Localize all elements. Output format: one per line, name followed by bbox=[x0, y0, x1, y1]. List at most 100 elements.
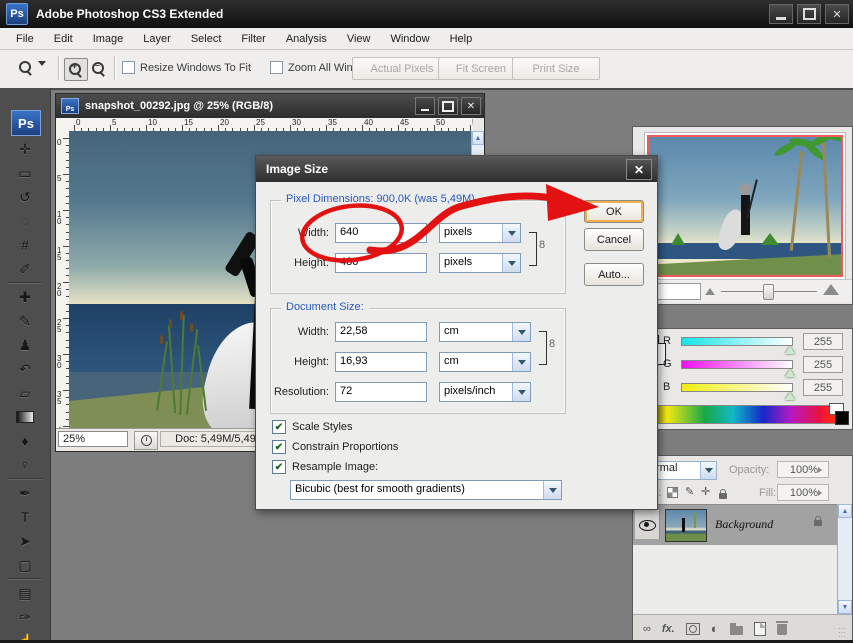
checkbox-box[interactable]: ✔ bbox=[272, 440, 286, 454]
pixel-height-field[interactable]: 480 bbox=[335, 253, 427, 273]
tool-type[interactable]: T bbox=[11, 506, 39, 528]
tool-notes[interactable]: ▤ bbox=[11, 582, 39, 604]
tool-dodge[interactable]: ♀ bbox=[11, 454, 39, 476]
lock-pixels-icon[interactable]: ✎ bbox=[685, 485, 694, 498]
menu-view[interactable]: View bbox=[337, 30, 381, 48]
menu-layer[interactable]: Layer bbox=[133, 30, 181, 48]
zoom-in-mountain-icon[interactable] bbox=[823, 284, 839, 295]
resize-windows-checkbox[interactable]: Resize Windows To Fit bbox=[122, 61, 251, 74]
tool-slice[interactable]: ✐ bbox=[11, 258, 39, 280]
delete-layer-icon[interactable] bbox=[777, 624, 787, 635]
spinner-arrow-icon[interactable] bbox=[818, 490, 825, 496]
dropdown-arrow-icon[interactable] bbox=[543, 481, 561, 499]
tool-eraser[interactable]: ▱ bbox=[11, 382, 39, 404]
ok-button[interactable]: OK bbox=[584, 200, 644, 223]
dialog-title-bar[interactable]: Image Size ✕ bbox=[256, 156, 657, 182]
actual-pixels-button[interactable]: Actual Pixels bbox=[352, 57, 452, 80]
dropdown-arrow-icon[interactable] bbox=[512, 323, 530, 341]
pixel-height-unit-dropdown[interactable]: pixels bbox=[439, 253, 521, 273]
b-channel-slider[interactable] bbox=[681, 383, 793, 392]
layer-mask-icon[interactable] bbox=[686, 623, 700, 635]
g-channel-slider[interactable] bbox=[681, 360, 793, 369]
new-group-icon[interactable] bbox=[730, 626, 743, 635]
menu-filter[interactable]: Filter bbox=[231, 30, 275, 48]
background-layer-row[interactable]: Background bbox=[633, 504, 838, 546]
tool-pen[interactable]: ✒ bbox=[11, 482, 39, 504]
navigator-zoom-slider[interactable] bbox=[763, 284, 774, 300]
zoom-tool-icon[interactable] bbox=[18, 60, 46, 79]
tool-blur[interactable]: ♦ bbox=[11, 430, 39, 452]
lock-transparency-icon[interactable] bbox=[667, 487, 684, 501]
pixel-width-unit-dropdown[interactable]: pixels bbox=[439, 223, 521, 243]
document-title-bar[interactable]: Ps snapshot_00292.jpg @ 25% (RGB/8) ✕ bbox=[56, 94, 484, 118]
tool-crop[interactable]: # bbox=[11, 234, 39, 256]
tool-gradient[interactable] bbox=[11, 406, 39, 428]
black-swatch[interactable] bbox=[835, 411, 849, 425]
lock-all-icon[interactable] bbox=[719, 490, 733, 502]
scroll-up-arrow-icon[interactable]: ▲ bbox=[472, 131, 484, 145]
b-slider-handle[interactable] bbox=[785, 392, 795, 400]
zoom-percentage-field[interactable]: 25% bbox=[58, 431, 128, 447]
tool-rectangular-marquee[interactable]: ▭ bbox=[11, 162, 39, 184]
dropdown-arrow-icon[interactable] bbox=[502, 254, 520, 272]
tool-path-selection[interactable]: ➤ bbox=[11, 530, 39, 552]
panel-resize-grip[interactable]: ⋯⋯⋯ bbox=[838, 627, 850, 639]
g-channel-value[interactable]: 255 bbox=[803, 356, 843, 373]
print-size-button[interactable]: Print Size bbox=[512, 57, 600, 80]
minimize-button[interactable] bbox=[769, 4, 793, 24]
lock-position-icon[interactable]: ✛ bbox=[701, 485, 710, 498]
menu-select[interactable]: Select bbox=[181, 30, 232, 48]
pixel-width-field[interactable]: 640 bbox=[335, 223, 427, 243]
layer-name[interactable]: Background bbox=[715, 517, 773, 532]
menu-edit[interactable]: Edit bbox=[44, 30, 83, 48]
resample-image-checkbox[interactable]: ✔ Resample Image: bbox=[272, 460, 378, 474]
menu-window[interactable]: Window bbox=[380, 30, 439, 48]
dropdown-arrow-icon[interactable] bbox=[512, 383, 530, 401]
cancel-button[interactable]: Cancel bbox=[584, 228, 644, 251]
g-slider-handle[interactable] bbox=[785, 369, 795, 377]
doc-width-unit-dropdown[interactable]: cm bbox=[439, 322, 531, 342]
opacity-value[interactable]: 100% bbox=[777, 461, 829, 478]
tool-clone-stamp[interactable]: ♟ bbox=[11, 334, 39, 356]
menu-image[interactable]: Image bbox=[83, 30, 134, 48]
doc-height-field[interactable]: 16,93 bbox=[335, 352, 427, 372]
tool-lasso[interactable]: ↺ bbox=[11, 186, 39, 208]
dropdown-arrow-icon[interactable] bbox=[700, 462, 716, 479]
menu-analysis[interactable]: Analysis bbox=[276, 30, 337, 48]
doc-width-field[interactable]: 22,58 bbox=[335, 322, 427, 342]
document-minimize-button[interactable] bbox=[415, 97, 435, 115]
layers-scrollbar[interactable]: ▲ ▼ bbox=[837, 504, 852, 614]
scale-styles-checkbox[interactable]: ✔ Scale Styles bbox=[272, 420, 353, 434]
layer-style-icon[interactable]: fx. bbox=[662, 623, 675, 635]
r-channel-slider[interactable] bbox=[681, 337, 793, 346]
dialog-close-button[interactable]: ✕ bbox=[626, 159, 652, 180]
document-maximize-button[interactable] bbox=[438, 97, 458, 115]
tool-eyedropper[interactable]: ✑ bbox=[11, 606, 39, 628]
constrain-proportions-checkbox[interactable]: ✔ Constrain Proportions bbox=[272, 440, 398, 454]
maximize-button[interactable] bbox=[797, 4, 821, 24]
doc-height-unit-dropdown[interactable]: cm bbox=[439, 352, 531, 372]
zoom-out-button[interactable]: – bbox=[88, 58, 110, 79]
resample-method-dropdown[interactable]: Bicubic (best for smooth gradients) bbox=[290, 480, 562, 500]
tool-rectangle[interactable]: ▢ bbox=[11, 554, 39, 576]
tool-quick-selection[interactable]: ◌ bbox=[11, 210, 39, 232]
tool-history-brush[interactable]: ↶ bbox=[11, 358, 39, 380]
dropdown-arrow-icon[interactable] bbox=[502, 224, 520, 242]
checkbox-box[interactable]: ✔ bbox=[272, 460, 286, 474]
new-layer-icon[interactable] bbox=[754, 622, 766, 636]
zoom-in-button[interactable]: + bbox=[64, 58, 88, 81]
scroll-up-arrow-icon[interactable]: ▲ bbox=[838, 504, 852, 518]
tool-move[interactable]: ✛ bbox=[11, 138, 39, 160]
zoom-out-mountain-icon[interactable] bbox=[705, 288, 715, 295]
menu-file[interactable]: File bbox=[6, 30, 44, 48]
fill-value[interactable]: 100% bbox=[777, 484, 829, 501]
resolution-unit-dropdown[interactable]: pixels/inch bbox=[439, 382, 531, 402]
color-spectrum-ramp[interactable] bbox=[638, 405, 840, 424]
checkbox-box[interactable] bbox=[270, 61, 283, 74]
layer-visibility-toggle[interactable] bbox=[635, 509, 660, 539]
r-channel-value[interactable]: 255 bbox=[803, 333, 843, 350]
b-channel-value[interactable]: 255 bbox=[803, 379, 843, 396]
resolution-field[interactable]: 72 bbox=[335, 382, 427, 402]
r-slider-handle[interactable] bbox=[785, 346, 795, 354]
link-layers-icon[interactable]: ∞ bbox=[643, 623, 651, 635]
